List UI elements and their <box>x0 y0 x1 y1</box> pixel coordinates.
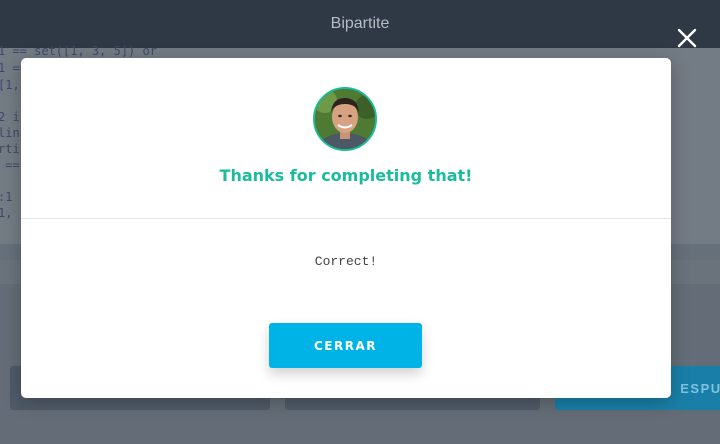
submit-button-label: ESPUES <box>680 380 720 396</box>
completion-dialog: Thanks for completing that! Correct! CER… <box>21 58 671 398</box>
code-line: 1, <box>0 206 13 220</box>
app-title: Bipartite <box>330 15 390 32</box>
close-button[interactable]: CERRAR <box>269 323 422 368</box>
avatar <box>313 87 377 151</box>
code-line: 2 i <box>0 110 20 124</box>
code-line: :1 <box>0 190 13 204</box>
code-line: [1, <box>0 78 20 92</box>
close-icon[interactable] <box>676 27 698 49</box>
result-message: Correct! <box>314 254 378 269</box>
divider <box>21 218 671 219</box>
dialog-heading: Thanks for completing that! <box>219 166 473 185</box>
code-line: 1 == set([1, 3, 5]) or <box>0 44 157 58</box>
top-bar: Bipartite <box>0 0 720 48</box>
code-line: == <box>0 158 20 172</box>
code-line: rti <box>0 142 20 156</box>
